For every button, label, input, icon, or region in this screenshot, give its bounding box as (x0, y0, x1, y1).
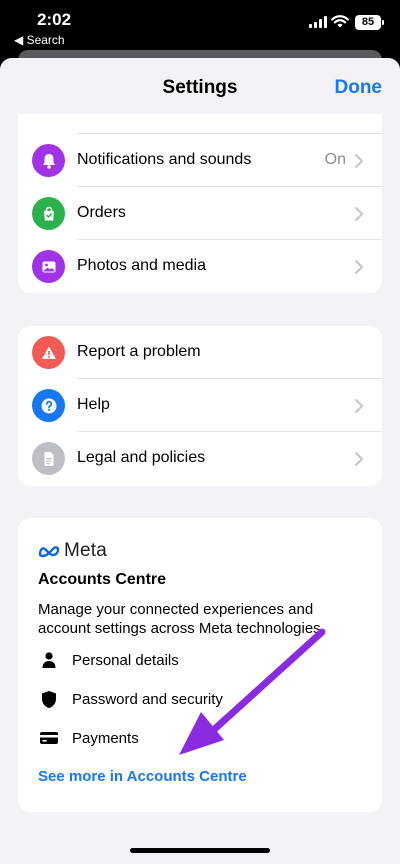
accounts-centre-title: Accounts Centre (38, 571, 167, 588)
settings-row-notifications[interactable]: Notifications and sounds On (18, 134, 382, 187)
card-icon (38, 727, 60, 749)
chevron-right-icon (355, 399, 363, 413)
item-label: Password and security (72, 690, 223, 708)
document-icon (32, 442, 65, 475)
shopping-bag-icon (32, 197, 65, 230)
settings-group-support: Report a problem Help Legal and policies (18, 326, 382, 486)
settings-row-report-problem[interactable]: Report a problem (18, 326, 382, 379)
payments-item[interactable]: Payments (38, 726, 139, 750)
settings-row-label: Report a problem (77, 343, 201, 360)
bell-icon (32, 144, 65, 177)
navigation-bar: Settings Done (0, 58, 400, 114)
question-icon (32, 389, 65, 422)
settings-group-preferences: Notifications and sounds On Orders Photo… (18, 84, 382, 293)
settings-row-help[interactable]: Help (18, 379, 382, 432)
chevron-right-icon (355, 154, 363, 168)
settings-row-legal-policies[interactable]: Legal and policies (18, 432, 382, 485)
chevron-right-icon (355, 452, 363, 466)
settings-row-label: Orders (77, 204, 126, 221)
shield-icon (38, 688, 60, 710)
accounts-centre-description: Manage your connected experiences and ac… (38, 601, 325, 637)
cellular-signal-icon (309, 16, 327, 28)
warning-icon (32, 336, 65, 369)
settings-row-value: On (324, 151, 346, 168)
settings-row-label: Photos and media (77, 257, 206, 274)
settings-row-label: Legal and policies (77, 449, 206, 466)
chevron-right-icon (355, 207, 363, 221)
settings-row-orders[interactable]: Orders (18, 187, 382, 240)
done-button[interactable]: Done (335, 77, 383, 99)
item-label: Payments (72, 729, 139, 747)
settings-sheet: Settings Done Notifications and sounds O… (0, 58, 400, 864)
meta-brand-text: Meta (64, 540, 108, 561)
meta-infinity-icon (38, 546, 60, 558)
back-to-search-link[interactable]: ◀ Search (14, 33, 65, 47)
password-security-item[interactable]: Password and security (38, 687, 223, 711)
photo-icon (32, 250, 65, 283)
meta-logo: Meta (37, 540, 107, 562)
accounts-centre-card: Meta Accounts Centre Manage your connect… (18, 518, 382, 812)
status-time: 2:02 (37, 10, 72, 29)
battery-indicator: 85 (355, 15, 384, 30)
item-label: Personal details (72, 651, 179, 669)
chevron-right-icon (355, 260, 363, 274)
status-bar: 2:02 ◀ Search 85 (0, 0, 400, 52)
home-indicator (130, 848, 270, 853)
person-icon (38, 649, 60, 671)
settings-row-label: Help (77, 396, 110, 413)
settings-row-photos-media[interactable]: Photos and media (18, 240, 382, 293)
see-more-accounts-centre-link[interactable]: See more in Accounts Centre (38, 768, 247, 785)
personal-details-item[interactable]: Personal details (38, 648, 179, 672)
wifi-icon (331, 15, 349, 28)
settings-row-label: Notifications and sounds (77, 151, 252, 168)
